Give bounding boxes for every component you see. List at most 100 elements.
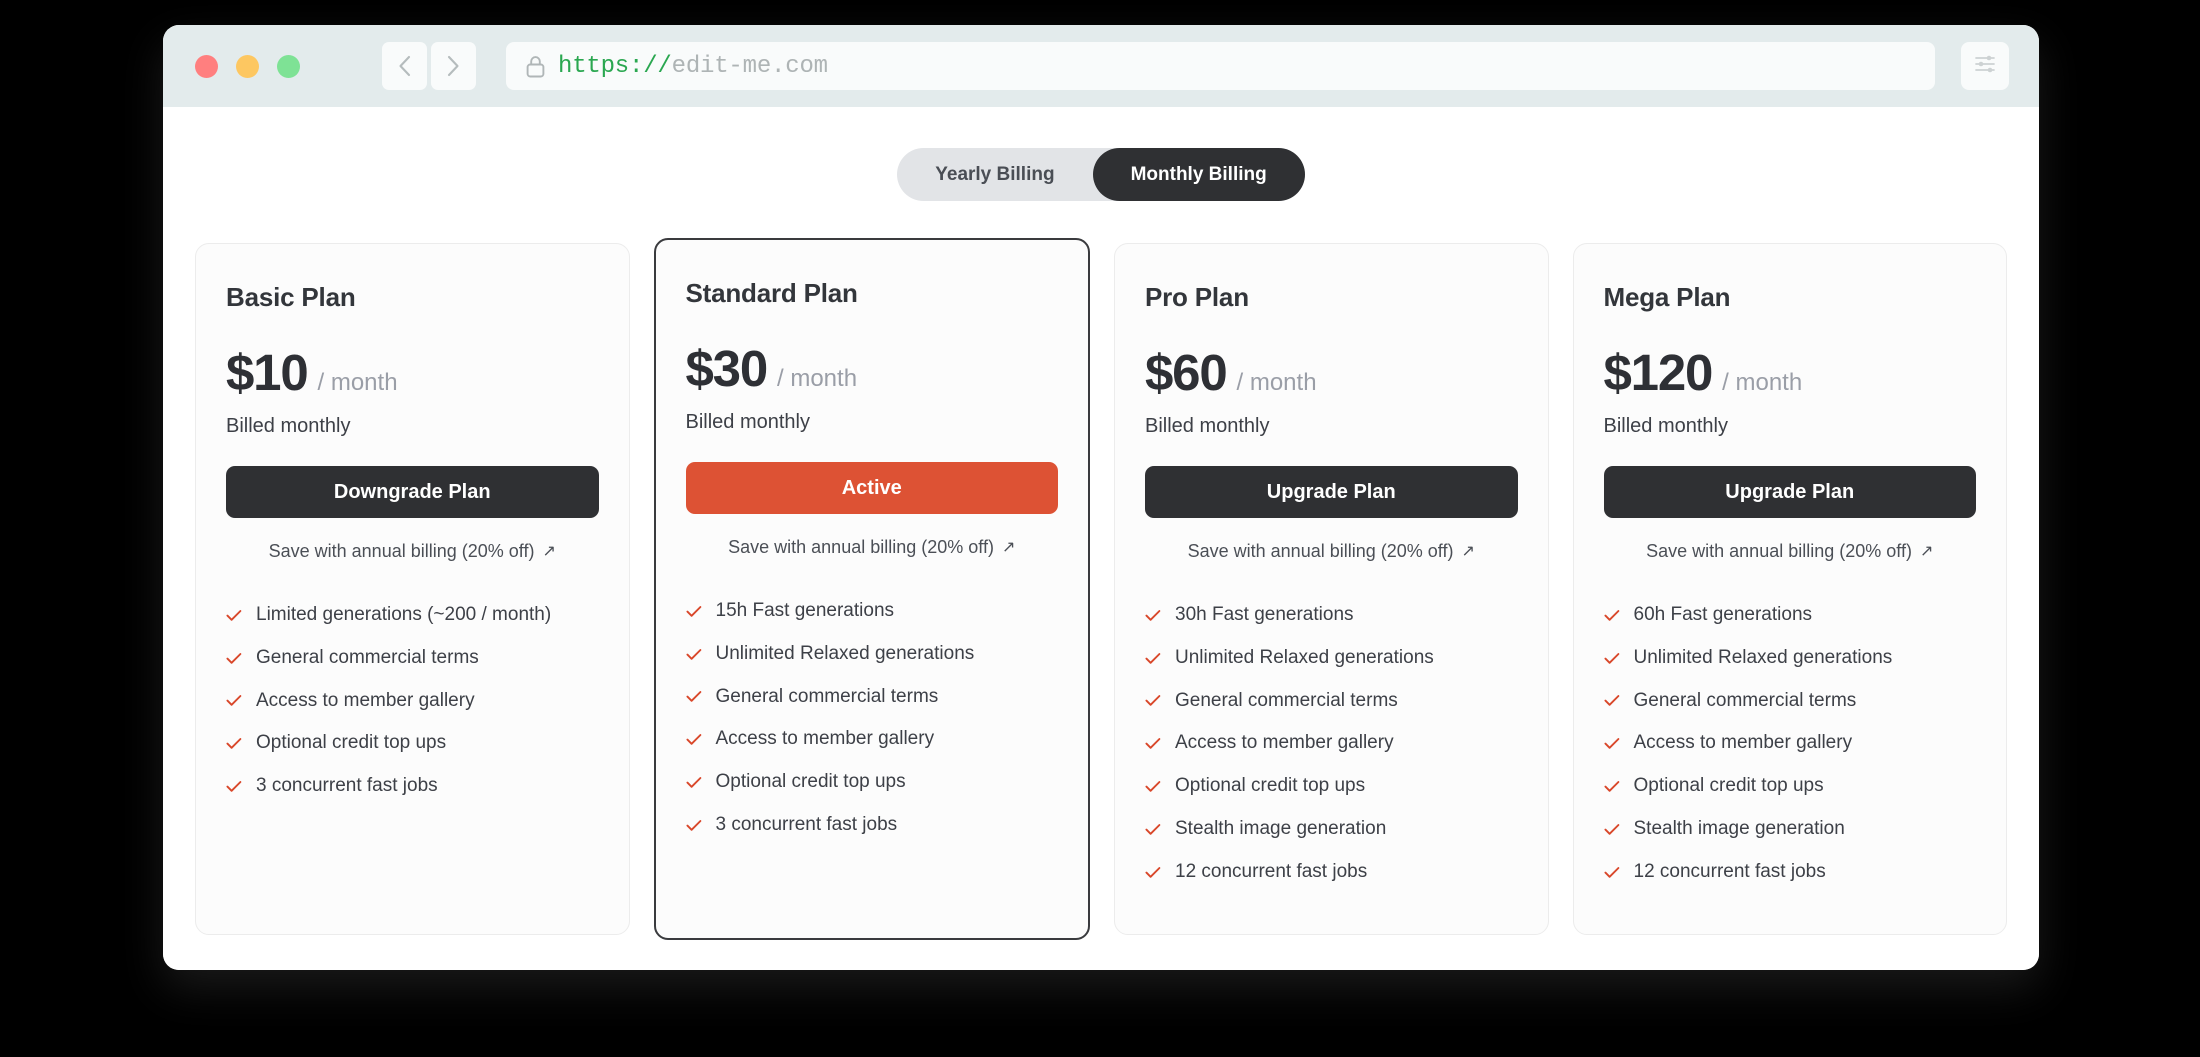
forward-button[interactable] — [431, 42, 476, 90]
plan-price: $10 — [226, 344, 309, 401]
back-button[interactable] — [382, 42, 427, 90]
external-link-arrow-icon: ↗ — [1919, 542, 1934, 560]
feature-label: Access to member gallery — [715, 728, 935, 750]
list-item: Optional credit top ups — [1603, 775, 1977, 798]
sliders-icon — [1973, 54, 1997, 79]
plan-period: / month — [317, 369, 398, 396]
close-window-button[interactable] — [195, 54, 218, 78]
feature-label: Optional credit top ups — [256, 732, 447, 754]
check-icon — [1145, 607, 1161, 623]
feature-label: 12 concurrent fast jobs — [1633, 860, 1826, 882]
plan-action-button[interactable]: Upgrade Plan — [1145, 466, 1518, 518]
feature-label: 3 concurrent fast jobs — [256, 775, 438, 797]
chevron-right-icon — [447, 55, 460, 77]
plan-action-button[interactable]: Active — [685, 462, 1058, 514]
check-icon — [685, 732, 702, 748]
browser-window: https://edit-me.com Yearly Billing Month… — [163, 25, 2039, 970]
billed-note: Billed monthly — [685, 411, 811, 433]
feature-list: Limited generations (~200 / month) Gener… — [226, 604, 599, 798]
feature-label: General commercial terms — [1175, 689, 1398, 711]
plan-period: / month — [1236, 369, 1317, 396]
check-icon — [226, 650, 242, 666]
pricing-cards: Basic Plan $10 / month Billed monthly Do… — [181, 201, 2021, 940]
browser-settings-button[interactable] — [1961, 42, 2009, 90]
minimize-window-button[interactable] — [236, 54, 259, 78]
price-row: $60 / month — [1145, 347, 1518, 398]
list-item: Unlimited Relaxed generations — [1145, 647, 1518, 670]
list-item: 12 concurrent fast jobs — [1603, 860, 1977, 884]
address-bar[interactable]: https://edit-me.com — [506, 42, 1935, 90]
check-icon — [685, 646, 702, 662]
check-icon — [685, 603, 702, 619]
plan-action-button[interactable]: Upgrade Plan — [1603, 466, 1976, 518]
list-item: Access to member gallery — [1145, 732, 1518, 755]
check-icon — [1603, 650, 1620, 666]
list-item: Access to member gallery — [1603, 732, 1977, 755]
feature-label: Limited generations (~200 / month) — [256, 604, 552, 625]
list-item: Access to member gallery — [226, 690, 599, 713]
plan-action-button[interactable]: Downgrade Plan — [226, 466, 599, 518]
feature-label: Access to member gallery — [256, 689, 475, 711]
check-icon — [1145, 693, 1161, 709]
url-host: edit-me.com — [671, 52, 828, 80]
feature-label: Optional credit top ups — [1175, 775, 1366, 797]
list-item: Unlimited Relaxed generations — [685, 643, 1059, 666]
check-icon — [685, 689, 702, 705]
plan-title: Basic Plan — [226, 282, 356, 312]
navigation-buttons — [382, 42, 476, 90]
check-icon — [1603, 693, 1620, 709]
list-item: Optional credit top ups — [1145, 775, 1518, 798]
check-icon — [1603, 736, 1620, 752]
billed-note: Billed monthly — [1145, 415, 1270, 437]
list-item: General commercial terms — [685, 686, 1059, 709]
list-item: 60h Fast generations — [1603, 604, 1977, 627]
list-item: General commercial terms — [226, 647, 599, 670]
feature-label: General commercial terms — [256, 646, 479, 668]
annual-billing-link[interactable]: Save with annual billing (20% off) ↗ — [686, 537, 1059, 558]
toggle-yearly-billing[interactable]: Yearly Billing — [897, 148, 1092, 201]
check-icon — [226, 693, 242, 709]
plan-price: $120 — [1603, 344, 1714, 401]
annual-billing-link[interactable]: Save with annual billing (20% off) ↗ — [1145, 541, 1518, 562]
feature-label: Unlimited Relaxed generations — [1175, 646, 1434, 668]
maximize-window-button[interactable] — [277, 54, 300, 78]
list-item: General commercial terms — [1603, 690, 1977, 713]
billed-note: Billed monthly — [226, 415, 351, 437]
plan-title: Standard Plan — [685, 278, 858, 308]
list-item: 15h Fast generations — [685, 600, 1059, 623]
plan-price: $60 — [1145, 344, 1228, 401]
plan-title: Mega Plan — [1603, 282, 1731, 312]
lock-icon — [526, 55, 545, 78]
annual-billing-link[interactable]: Save with annual billing (20% off) ↗ — [1604, 541, 1977, 562]
plan-period: / month — [1722, 369, 1803, 396]
check-icon — [1145, 736, 1161, 752]
url-scheme: https:// — [558, 52, 672, 80]
toggle-monthly-billing[interactable]: Monthly Billing — [1092, 148, 1305, 201]
feature-label: Stealth image generation — [1175, 817, 1387, 839]
check-icon — [226, 736, 242, 752]
check-icon — [1145, 650, 1161, 666]
feature-list: 60h Fast generations Unlimited Relaxed g… — [1603, 604, 1977, 884]
list-item: 3 concurrent fast jobs — [685, 814, 1059, 837]
toggle-yearly-label: Yearly Billing — [935, 163, 1055, 185]
plan-period: / month — [777, 365, 858, 392]
annual-billing-label: Save with annual billing (20% off) — [1646, 541, 1912, 561]
list-item: Access to member gallery — [685, 728, 1059, 751]
check-icon — [1145, 864, 1161, 880]
price-row: $10 / month — [226, 347, 599, 398]
list-item: Optional credit top ups — [685, 771, 1059, 794]
check-icon — [226, 607, 242, 623]
browser-chrome-bar: https://edit-me.com — [163, 25, 2039, 107]
annual-billing-label: Save with annual billing (20% off) — [268, 541, 535, 561]
list-item: 3 concurrent fast jobs — [226, 775, 599, 798]
annual-billing-label: Save with annual billing (20% off) — [728, 537, 994, 557]
list-item: Unlimited Relaxed generations — [1603, 647, 1977, 670]
toggle-monthly-label: Monthly Billing — [1130, 163, 1267, 185]
pricing-card-mega: Mega Plan $120 / month Billed monthly Up… — [1572, 243, 2007, 935]
annual-billing-link[interactable]: Save with annual billing (20% off) ↗ — [226, 541, 599, 562]
url-text: https://edit-me.com — [558, 53, 828, 80]
external-link-arrow-icon: ↗ — [1001, 538, 1016, 556]
plan-title: Pro Plan — [1145, 282, 1249, 312]
pricing-page: Yearly Billing Monthly Billing Basic Pla… — [163, 107, 2039, 970]
price-row: $30 / month — [686, 343, 1059, 394]
